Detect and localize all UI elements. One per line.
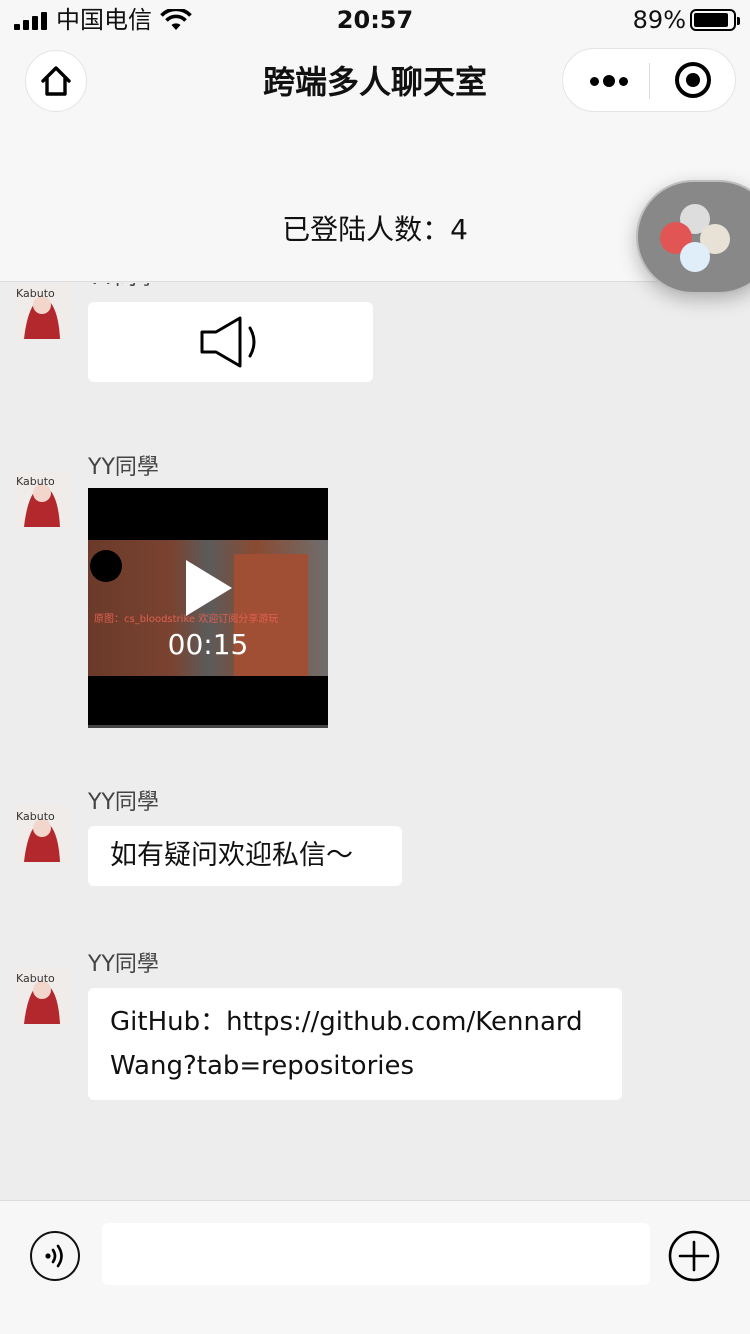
list-item: Kabuto YY同學 bbox=[0, 283, 750, 403]
voice-message-bubble[interactable] bbox=[88, 302, 373, 382]
target-icon[interactable] bbox=[675, 62, 711, 98]
message-text: GitHub：https://github.com/KennardWang?ta… bbox=[110, 1007, 583, 1081]
floating-app-ball[interactable] bbox=[636, 180, 750, 294]
plus-icon[interactable] bbox=[668, 1230, 720, 1282]
voice-button[interactable] bbox=[30, 1231, 80, 1281]
voice-icon bbox=[45, 1244, 63, 1268]
message-list: Kabuto YY同學 Kabuto YY同學 bbox=[0, 283, 750, 1200]
text-message-bubble[interactable]: 如有疑问欢迎私信～ bbox=[88, 826, 402, 886]
video-message[interactable]: 原图：cs_bloodstrike 欢迎订阅分享游玩 00:15 bbox=[88, 488, 328, 728]
input-bar bbox=[0, 1200, 750, 1334]
video-duration: 00:15 bbox=[167, 628, 249, 661]
text-message-bubble[interactable]: GitHub：https://github.com/KennardWang?ta… bbox=[88, 988, 622, 1100]
more-dots-icon[interactable] bbox=[587, 67, 631, 95]
message-input[interactable] bbox=[102, 1223, 650, 1285]
avatar[interactable]: Kabuto bbox=[14, 968, 70, 1024]
list-item: Kabuto YY同學 原图：cs_bloodstrike 欢迎订阅分享游玩 0… bbox=[0, 453, 750, 733]
status-bar: 中国电信 20:57 89% bbox=[0, 0, 750, 40]
list-item: Kabuto YY同學 GitHub：https://github.com/Ke… bbox=[0, 950, 750, 1150]
capsule-divider bbox=[649, 63, 650, 99]
sender-name: YY同學 bbox=[88, 952, 159, 977]
sender-name: YY同學 bbox=[88, 283, 159, 293]
svg-text:Kabuto: Kabuto bbox=[16, 972, 55, 985]
battery-icon bbox=[690, 9, 740, 31]
battery-percent: 89% bbox=[632, 6, 686, 34]
menu-capsule bbox=[562, 48, 736, 112]
svg-text:Kabuto: Kabuto bbox=[16, 810, 55, 823]
avatar[interactable]: Kabuto bbox=[14, 806, 70, 862]
play-icon[interactable] bbox=[186, 560, 232, 616]
sender-name: YY同學 bbox=[88, 790, 159, 815]
avatar[interactable]: Kabuto bbox=[14, 283, 70, 339]
chat-room-page: 中国电信 20:57 89% 跨端多人聊天室 已登陆人数：4 Kabuto Ka… bbox=[0, 0, 750, 1334]
speaker-icon bbox=[200, 316, 255, 368]
list-item: Kabuto YY同學 如有疑问欢迎私信～ bbox=[0, 788, 750, 898]
svg-text:Kabuto: Kabuto bbox=[16, 475, 55, 488]
video-progress-bar bbox=[88, 725, 328, 728]
sender-name: YY同學 bbox=[88, 455, 159, 480]
app-icon bbox=[680, 242, 710, 272]
message-text: 如有疑问欢迎私信～ bbox=[110, 840, 353, 871]
svg-text:Kabuto: Kabuto bbox=[16, 287, 55, 300]
avatar[interactable]: Kabuto bbox=[14, 471, 70, 527]
